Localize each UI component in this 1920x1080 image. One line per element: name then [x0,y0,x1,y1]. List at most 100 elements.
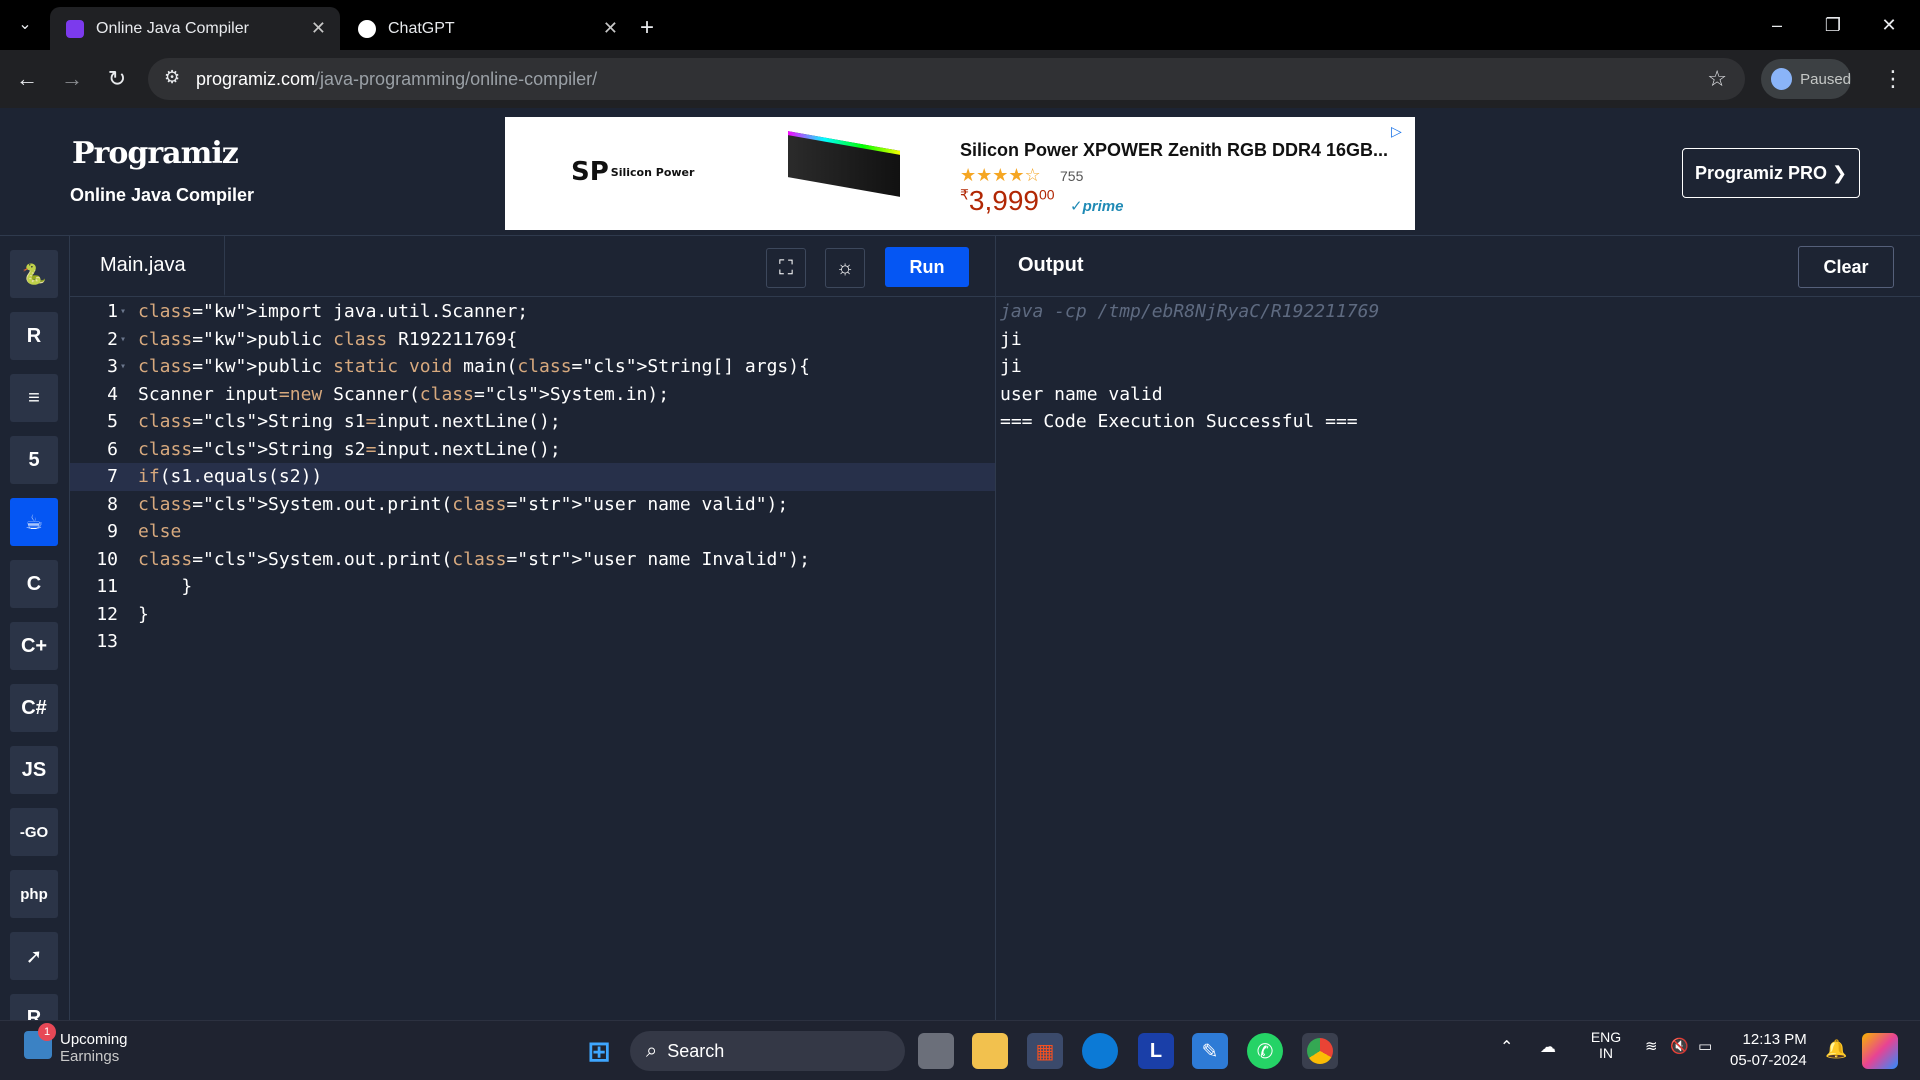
code-line[interactable]: 4 Scanner input=new Scanner(class="cls">S… [70,381,995,409]
language-java-icon[interactable]: ☕ [10,498,58,546]
tab-online-java-compiler[interactable]: Online Java Compiler ✕ [50,7,340,50]
wifi-icon[interactable]: ≋ [1645,1037,1658,1055]
ad-product-image [788,131,900,197]
copilot-icon[interactable] [1862,1033,1898,1069]
back-icon[interactable]: ← [12,64,42,94]
battery-icon[interactable]: ▭ [1698,1037,1712,1055]
taskbar-search[interactable]: ⌕ Search [630,1031,905,1071]
language-swift-icon[interactable]: ➚ [10,932,58,980]
chrome-icon[interactable] [1302,1033,1338,1069]
line-number: 8 [107,493,118,515]
output-line: === Code Execution Successful === [1000,411,1358,432]
onedrive-cloud-icon[interactable]: ☁ [1540,1037,1556,1057]
ad-brand-logo: SP Silicon Power [571,157,695,187]
close-tab-icon[interactable]: ✕ [311,18,326,39]
new-tab-button[interactable]: + [640,14,654,42]
code-line[interactable]: 11 } [70,573,995,601]
clear-button[interactable]: Clear [1798,246,1894,288]
code-line[interactable]: 2 ▾ class="kw">public class R192211769{ [70,326,995,354]
tab-search-button[interactable]: ⌄ [10,10,40,40]
microsoft-store-icon[interactable]: ▦ [1027,1033,1063,1069]
programiz-pro-button[interactable]: Programiz PRO ❯ [1682,148,1860,198]
fullscreen-icon[interactable]: ⛶ [766,248,806,288]
fold-arrow-icon[interactable]: ▾ [120,326,126,354]
code-line[interactable]: 3 ▾ class="kw">public static void main(cla… [70,353,995,381]
code-text: class="cls">System.out.print(class="str"… [138,548,810,570]
clock[interactable]: 12:13 PM 05-07-2024 [1730,1029,1807,1071]
file-tab-main-java[interactable]: Main.java [70,236,225,296]
code-text: class="cls">String s2=input.nextLine(); [138,438,561,460]
close-window-button[interactable]: ✕ [1866,10,1912,40]
code-text: class="kw">public class R192211769{ [138,328,518,350]
language-go-icon[interactable]: -GO [10,808,58,856]
browser-toolbar: ← → ↻ ⚙ programiz.com/java-programming/o… [0,50,1920,108]
task-view-icon[interactable] [918,1033,954,1069]
language-r-icon[interactable]: R [10,312,58,360]
code-text: Scanner input=new Scanner(class="cls">Sy… [138,383,670,405]
profile-button[interactable]: Paused [1761,59,1851,99]
code-area[interactable]: 1 ▾ class="kw">import java.util.Scanner; 2 ▾… [70,298,995,656]
url-text[interactable]: programiz.com/java-programming/online-co… [196,69,597,90]
adchoices-icon[interactable]: ▷ [1391,123,1407,139]
code-line[interactable]: 12} [70,601,995,629]
file-explorer-icon[interactable] [972,1033,1008,1069]
language-csharp-icon[interactable]: C# [10,684,58,732]
reload-icon[interactable]: ↻ [102,64,132,94]
widgets-button[interactable]: 1 Upcoming Earnings [24,1023,128,1065]
whatsapp-icon[interactable]: ✆ [1247,1033,1283,1069]
browser-tab-strip: ⌄ Online Java Compiler ✕ ChatGPT ✕ + – ❐… [0,0,1920,50]
language-c-icon[interactable]: C [10,560,58,608]
code-line[interactable]: 9 else [70,518,995,546]
language-html-icon[interactable]: 5 [10,436,58,484]
pen-app-icon[interactable]: ✎ [1192,1033,1228,1069]
restore-button[interactable]: ❐ [1810,10,1856,40]
minimize-button[interactable]: – [1754,10,1800,40]
language-js-icon[interactable]: JS [10,746,58,794]
advertisement-banner[interactable]: SP Silicon Power Silicon Power XPOWER Zen… [505,117,1415,230]
speaker-muted-icon[interactable]: 🔇 [1670,1037,1689,1055]
language-python-icon[interactable]: 🐍 [10,250,58,298]
clock-date: 05-07-2024 [1730,1052,1807,1069]
code-line[interactable]: 6 class="cls">String s2=input.nextLine(); [70,436,995,464]
language-php-icon[interactable]: php [10,870,58,918]
close-tab-icon[interactable]: ✕ [603,18,618,39]
start-windows-icon[interactable]: ⊞ [581,1033,617,1069]
code-line[interactable]: 10 class="cls">System.out.print(class="st… [70,546,995,574]
tab-chatgpt[interactable]: ChatGPT ✕ [342,7,632,50]
chevron-up-icon[interactable]: ⌃ [1500,1037,1513,1057]
l-app-icon[interactable]: L [1138,1033,1174,1069]
address-bar[interactable]: ⚙ programiz.com/java-programming/online-… [148,58,1745,100]
forward-icon[interactable]: → [57,64,87,94]
theme-toggle-icon[interactable]: ☼ [825,248,865,288]
notification-bell-icon[interactable]: 🔔 [1825,1039,1847,1060]
output-console[interactable]: java -cp /tmp/ebR8NjRyaC/R192211769 ji j… [1000,298,1379,436]
code-line[interactable]: 1 ▾ class="kw">import java.util.Scanner; [70,298,995,326]
bookmark-star-icon[interactable]: ☆ [1707,66,1727,92]
line-number: 10 [96,548,118,570]
menu-dots-icon[interactable]: ⋮ [1878,64,1908,94]
edge-icon[interactable] [1082,1033,1118,1069]
output-divider [996,296,1920,297]
language-sql-icon[interactable]: ≡ [10,374,58,422]
code-text: class="kw">public static void main(class… [138,356,810,377]
language-indicator[interactable]: ENG IN [1586,1029,1626,1061]
fold-arrow-icon[interactable]: ▾ [120,353,126,381]
search-icon: ⌕ [646,1039,658,1062]
site-info-icon[interactable]: ⚙ [164,67,180,88]
programiz-logo[interactable]: Programiz [72,136,239,171]
code-line[interactable]: 13 [70,628,995,656]
code-text: class="kw">import java.util.Scanner; [138,301,529,322]
widget-title: Upcoming [60,1031,128,1048]
ad-title[interactable]: Silicon Power XPOWER Zenith RGB DDR4 16G… [960,140,1388,161]
line-number: 11 [96,576,118,597]
line-number: 5 [107,411,118,432]
output-command: java -cp /tmp/ebR8NjRyaC/R192211769 [1000,301,1380,322]
code-line[interactable]: 8 class="cls">System.out.print(class="str… [70,491,995,519]
code-line[interactable]: 7 if(s1.equals(s2)) [70,463,995,491]
line-number: 6 [107,438,118,460]
fold-arrow-icon[interactable]: ▾ [120,298,126,326]
chatgpt-favicon-icon [358,19,376,38]
language-cpp-icon[interactable]: C+ [10,622,58,670]
code-line[interactable]: 5 class="cls">String s1=input.nextLine(); [70,408,995,436]
run-button[interactable]: Run [885,247,969,287]
